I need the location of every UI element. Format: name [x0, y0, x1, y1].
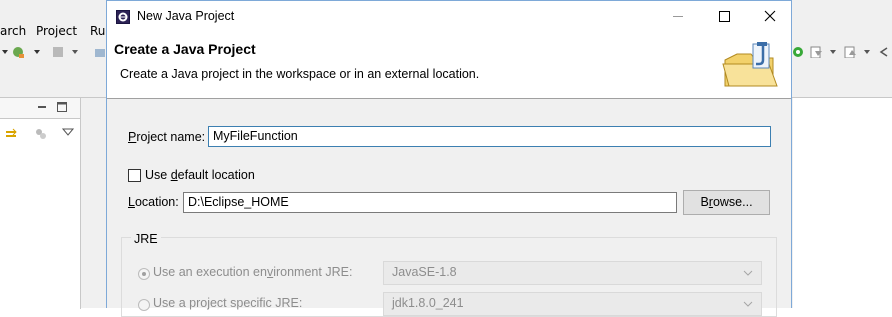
- chevron-down-icon: [743, 270, 753, 276]
- maximize-icon[interactable]: [56, 101, 68, 113]
- wizard-description: Create a Java project in the workspace o…: [120, 67, 480, 81]
- minimize-button[interactable]: [655, 1, 701, 32]
- editor-area-background: [793, 98, 892, 308]
- debug-dropdown-icon[interactable]: [32, 46, 44, 58]
- next-annotation-dropdown-icon[interactable]: [828, 46, 840, 58]
- use-default-location-label[interactable]: Use default location: [145, 168, 255, 182]
- maximize-button[interactable]: [701, 1, 747, 32]
- execution-environment-radio[interactable]: [138, 268, 150, 280]
- package-explorer-tab[interactable]: [0, 98, 81, 118]
- view-menu-icon[interactable]: [62, 127, 74, 137]
- close-icon: [764, 10, 776, 22]
- project-name-label: Project name:: [128, 130, 206, 144]
- back-icon[interactable]: [878, 46, 890, 58]
- close-button[interactable]: [747, 1, 793, 32]
- debug-icon[interactable]: [12, 46, 24, 58]
- dialog-title: New Java Project: [137, 9, 235, 23]
- package-explorer-panel: [0, 118, 81, 309]
- filter-icon[interactable]: [34, 127, 48, 141]
- run-config-icon[interactable]: [94, 46, 106, 58]
- dialog-titlebar[interactable]: New Java Project: [107, 1, 791, 32]
- location-label: Location:: [128, 195, 179, 209]
- use-default-location-checkbox[interactable]: [128, 169, 141, 182]
- previous-annotation-icon[interactable]: [844, 46, 856, 58]
- wizard-header: Create a Java Project Create a Java proj…: [107, 32, 791, 99]
- minimize-icon: [673, 16, 683, 17]
- previous-annotation-dropdown-icon[interactable]: [862, 46, 874, 58]
- browse-button[interactable]: Browse...: [683, 190, 770, 215]
- project-specific-jre-radio[interactable]: [138, 299, 150, 311]
- link-editor-icon[interactable]: [4, 127, 18, 141]
- next-annotation-icon[interactable]: [810, 46, 822, 58]
- toolbar-arrow-icon[interactable]: [0, 46, 12, 58]
- location-input[interactable]: D:\Eclipse_HOME: [183, 192, 677, 213]
- project-specific-jre-combo[interactable]: jdk1.8.0_241: [383, 292, 762, 316]
- menu-run[interactable]: Ru: [90, 24, 105, 38]
- eclipse-icon: [116, 10, 130, 24]
- stop-dropdown-icon[interactable]: [70, 46, 82, 58]
- execution-environment-combo[interactable]: JavaSE-1.8: [383, 261, 762, 285]
- project-name-input[interactable]: MyFileFunction: [208, 126, 771, 147]
- java-project-banner-icon: [722, 42, 778, 87]
- stop-icon[interactable]: [52, 46, 64, 58]
- menu-search[interactable]: arch: [0, 24, 26, 38]
- new-java-project-dialog: New Java Project Create a Java Project C…: [106, 0, 792, 317]
- menu-project[interactable]: Project: [36, 24, 77, 38]
- execution-environment-label: Use an execution environment JRE:: [153, 265, 353, 279]
- minimize-icon[interactable]: [36, 102, 48, 112]
- wizard-title: Create a Java Project: [114, 41, 256, 57]
- jre-group-label: JRE: [131, 232, 161, 246]
- maximize-icon: [719, 11, 730, 22]
- run-icon[interactable]: [792, 46, 804, 58]
